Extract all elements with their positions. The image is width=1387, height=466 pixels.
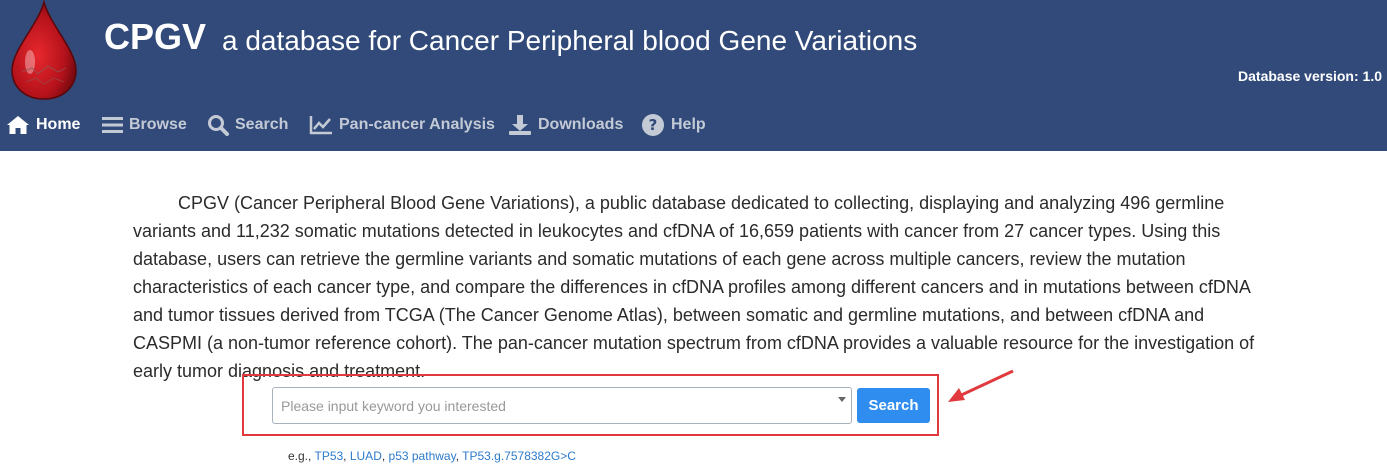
site-title[interactable]: CPGV xyxy=(104,16,206,58)
line-chart-icon xyxy=(309,116,332,135)
site-subtitle: a database for Cancer Peripheral blood G… xyxy=(222,25,918,56)
nav-search-label: Search xyxy=(235,116,289,133)
search-button[interactable]: Search xyxy=(857,388,930,423)
search-examples: e.g., TP53, LUAD, p53 pathway, TP53.g.75… xyxy=(288,449,576,463)
chevron-down-icon[interactable] xyxy=(838,397,846,402)
svg-text:?: ? xyxy=(649,116,658,134)
annotation-arrow-icon xyxy=(948,369,1014,402)
search-input[interactable] xyxy=(272,387,852,424)
list-icon xyxy=(102,117,123,133)
nav-downloads[interactable]: Downloads xyxy=(508,106,623,144)
question-circle-icon: ? xyxy=(642,114,664,136)
example-link-p53-pathway[interactable]: p53 pathway xyxy=(389,449,456,463)
nav-pan-cancer-analysis[interactable]: Pan-cancer Analysis xyxy=(309,106,495,144)
blood-drop-logo-icon[interactable] xyxy=(8,0,80,100)
nav-browse[interactable]: Browse xyxy=(102,106,187,144)
nav-search[interactable]: Search xyxy=(207,106,288,144)
header-bar: CPGV a database for Cancer Peripheral bl… xyxy=(0,0,1387,151)
example-link-variant[interactable]: TP53.g.7578382G>C xyxy=(462,449,576,463)
nav-pan-cancer-label: Pan-cancer Analysis xyxy=(339,116,495,133)
home-icon xyxy=(7,116,29,134)
nav-home[interactable]: Home xyxy=(6,106,80,144)
nav-home-label: Home xyxy=(36,116,81,133)
intro-paragraph: CPGV (Cancer Peripheral Blood Gene Varia… xyxy=(133,193,1255,381)
nav-browse-label: Browse xyxy=(129,116,187,133)
database-version: Database version: 1.0 xyxy=(1238,68,1382,84)
example-link-tp53[interactable]: TP53 xyxy=(314,449,343,463)
example-link-luad[interactable]: LUAD xyxy=(350,449,382,463)
nav-help[interactable]: ? Help xyxy=(641,106,706,144)
main-nav: Home Browse Search Pan-cancer Analysis D… xyxy=(0,106,1387,146)
nav-help-label: Help xyxy=(671,116,706,133)
nav-downloads-label: Downloads xyxy=(538,116,624,133)
search-icon xyxy=(208,115,229,136)
examples-prefix: e.g., xyxy=(288,449,312,463)
download-icon xyxy=(509,115,531,135)
